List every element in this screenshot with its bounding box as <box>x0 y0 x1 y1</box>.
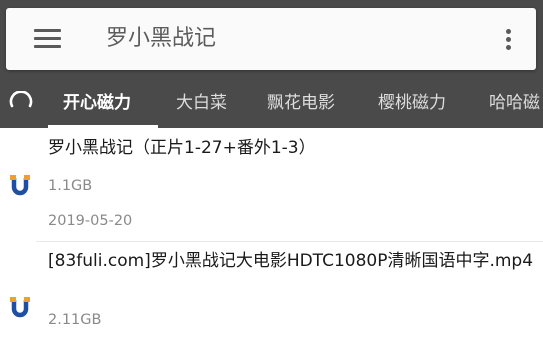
tab-yingtao-cili[interactable]: 樱桃磁力 <box>378 80 446 128</box>
source-tabs: 开心磁力 大白菜 飘花电影 樱桃磁力 哈哈磁 <box>0 80 543 128</box>
top-app-bar: 罗小黑战记 开心磁力 大白菜 飘花电影 樱桃磁力 哈哈磁 <box>0 0 543 128</box>
tab-kaixin-cili[interactable]: 开心磁力 <box>63 80 131 128</box>
list-item[interactable]: 罗小黑战记（正片1-27+番外1-3） 1.1GB 2019-05-20 <box>0 128 543 240</box>
hamburger-menu-icon[interactable] <box>34 28 62 50</box>
result-title: 罗小黑战记（正片1-27+番外1-3） <box>48 138 316 158</box>
search-input[interactable]: 罗小黑战记 <box>106 22 216 56</box>
result-size: 2.11GB <box>48 312 102 328</box>
list-item[interactable]: [83fuli.com]罗小黑战记大电影HDTC1080P清晰国语中字.mp4 … <box>0 242 543 350</box>
search-bar[interactable]: 罗小黑战记 <box>6 8 536 70</box>
magnet-icon <box>10 297 30 318</box>
result-size: 1.1GB <box>48 178 93 194</box>
tab-piaohua-dianying[interactable]: 飘花电影 <box>267 80 335 128</box>
loading-spinner-icon <box>9 91 33 108</box>
result-date: 2019-05-20 <box>48 213 133 229</box>
tab-haha-ci[interactable]: 哈哈磁 <box>489 80 540 128</box>
more-vertical-icon[interactable] <box>497 26 521 52</box>
tab-dabaicai[interactable]: 大白菜 <box>176 80 227 128</box>
magnet-icon <box>10 175 30 196</box>
result-title: [83fuli.com]罗小黑战记大电影HDTC1080P清晰国语中字.mp4 <box>48 251 534 271</box>
